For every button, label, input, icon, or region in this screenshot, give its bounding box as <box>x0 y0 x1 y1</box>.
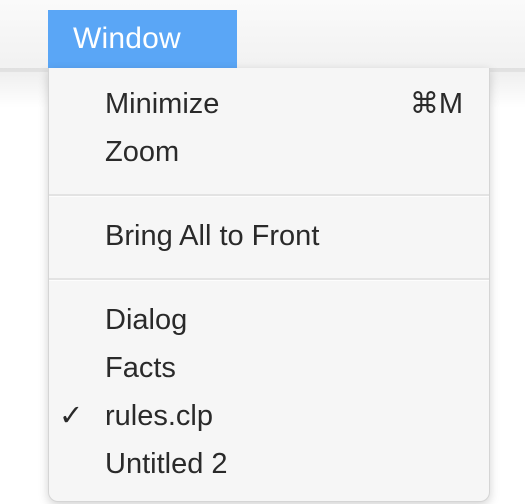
menu-item-label: rules.clp <box>105 400 213 432</box>
window-menu-dropdown: Minimize ⌘M Zoom Bring All to Front Dial… <box>48 68 490 502</box>
menu-item-label: Bring All to Front <box>105 220 320 252</box>
menu-item-rules-clp[interactable]: ✓ rules.clp <box>49 394 489 438</box>
menu-item-label: Untitled 2 <box>105 448 228 480</box>
menu-item-minimize[interactable]: Minimize ⌘M <box>49 82 489 126</box>
menu-item-facts[interactable]: Facts <box>49 346 489 390</box>
shortcut-label: ⌘M <box>409 88 463 120</box>
menu-item-label: Zoom <box>105 136 180 168</box>
menu-item-untitled-2[interactable]: Untitled 2 <box>49 442 489 486</box>
menu-item-label: Minimize <box>105 88 220 120</box>
menu-item-dialog[interactable]: Dialog <box>49 298 489 342</box>
menu-item-bring-all-to-front[interactable]: Bring All to Front <box>49 214 489 258</box>
checkmark-icon: ✓ <box>59 400 84 432</box>
menu-title-window[interactable]: Window <box>48 10 237 68</box>
menu-item-label: Dialog <box>105 304 188 336</box>
menu-separator <box>49 194 489 197</box>
menu-item-label: Facts <box>105 352 176 384</box>
screen: Window Minimize ⌘M Zoom Bring All to Fro… <box>0 0 525 504</box>
menu-item-zoom[interactable]: Zoom <box>49 130 489 174</box>
menu-separator <box>49 278 489 281</box>
